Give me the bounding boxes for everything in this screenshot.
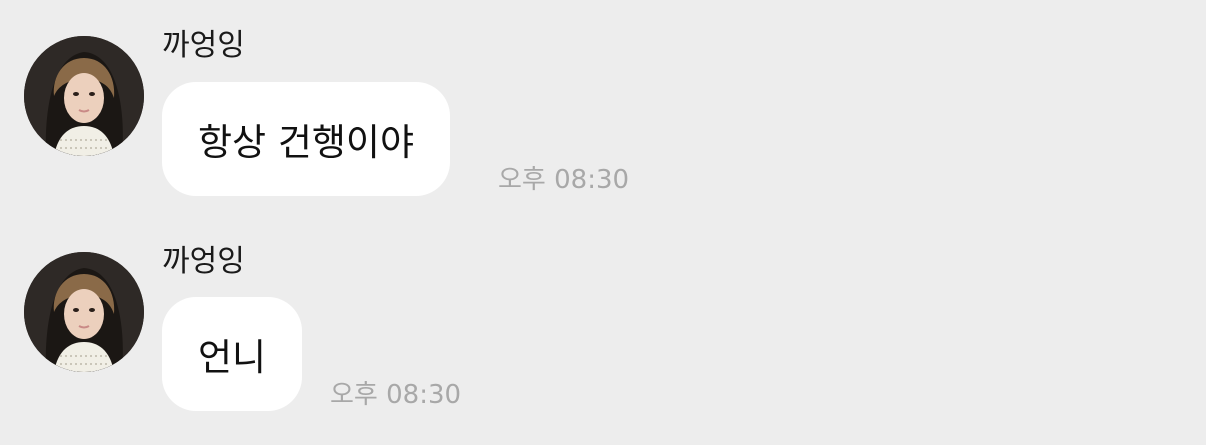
profile-photo-icon bbox=[24, 36, 144, 156]
avatar[interactable] bbox=[24, 252, 144, 372]
profile-photo-icon bbox=[24, 252, 144, 372]
message-bubble[interactable]: 언니 bbox=[162, 297, 303, 411]
sender-name: 까엉잉 bbox=[162, 244, 245, 279]
avatar[interactable] bbox=[24, 36, 144, 156]
message-timestamp: 오후 08:30 bbox=[498, 165, 630, 195]
message-timestamp: 오후 08:30 bbox=[330, 380, 462, 410]
message-bubble[interactable]: 항상 건행이야 bbox=[162, 82, 451, 196]
sender-name: 까엉잉 bbox=[162, 28, 245, 63]
